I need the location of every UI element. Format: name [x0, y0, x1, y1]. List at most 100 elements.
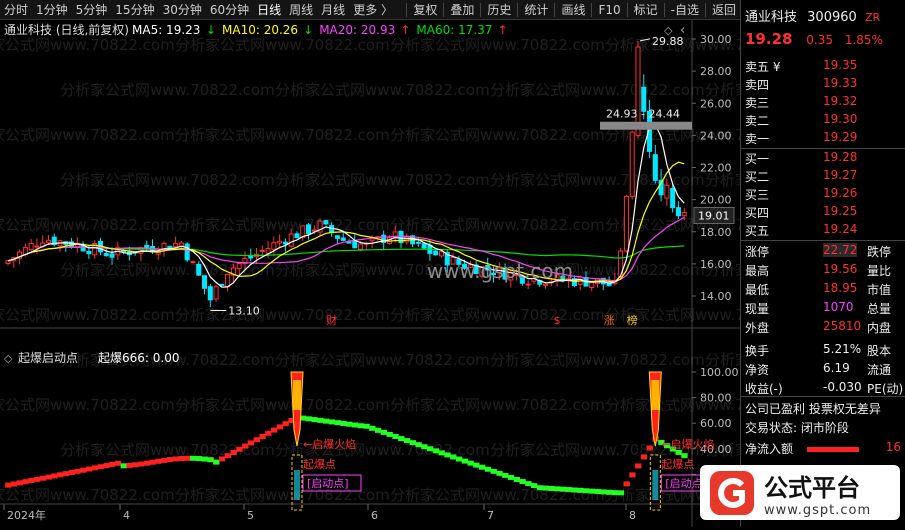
toolbar-action-6[interactable]: 标记 — [630, 1, 662, 18]
toolbar-action-5[interactable]: F10 — [594, 3, 624, 17]
watermark-text: 分析家公式网www.70822.com — [0, 36, 175, 54]
watermark-text: 分析家公式网www.70822.com — [390, 306, 605, 324]
indicator-step-down — [536, 485, 544, 491]
stat-row-2[interactable]: 最低 18.95 市值 — [745, 281, 903, 299]
start-core-1 — [652, 470, 659, 500]
watermark-text: 分析家公式网www.70822.com — [605, 306, 740, 324]
stat-row-5-price: 5.21% — [823, 342, 862, 356]
candle-down — [652, 154, 658, 181]
indicator-step-down — [403, 438, 411, 444]
stat-row-1[interactable]: 最高 19.56 量比 — [745, 262, 903, 280]
bid-row-2-price: 19.26 — [823, 186, 858, 200]
chart-area[interactable]: 分析家公式网www.70822.com分析家公式网www.70822.com分析… — [0, 20, 905, 527]
bid-row-1[interactable]: 买二 19.27 — [745, 168, 903, 186]
ask-row-4[interactable]: 卖一 19.29 — [745, 130, 903, 148]
ask-row-3-price: 19.30 — [823, 112, 858, 126]
ask-row-3[interactable]: 卖二 19.30 — [745, 112, 903, 130]
ask-row-0[interactable]: 卖五 ¥ 19.35 — [745, 58, 903, 76]
indicator-step-down — [542, 485, 549, 491]
indicator-step-down — [606, 489, 613, 495]
toolbar-action-3[interactable]: 统计 — [520, 1, 552, 18]
watermark-text: 分析家公式网www.70822.com — [390, 216, 605, 234]
toolbar-action-1[interactable]: 叠加 — [446, 1, 478, 18]
toolbar-action-2[interactable]: 历史 — [483, 1, 515, 18]
ask-row-4-price: 19.29 — [823, 130, 858, 144]
candle-up — [404, 235, 410, 243]
indicator-step-down — [450, 454, 457, 460]
bid-row-4[interactable]: 买五 19.24 — [745, 222, 903, 240]
toolbar-action-4[interactable]: 画线 — [557, 1, 589, 18]
candle-up — [664, 184, 670, 199]
candle-up — [5, 260, 11, 264]
bid-row-3[interactable]: 买四 19.25 — [745, 204, 903, 222]
indicator-step-up — [45, 474, 52, 480]
ask-row-1[interactable]: 卖四 19.33 — [745, 76, 903, 94]
event-mark-0[interactable]: 财 — [326, 313, 337, 327]
watermark-text: 分析家公式网www.70822.com — [60, 171, 275, 189]
price-tick-label-6: 18.00 — [700, 226, 732, 239]
indicator-step-up — [34, 476, 41, 482]
stat-row-2-label: 最低 — [745, 283, 770, 297]
toolbar-separator — [443, 2, 445, 17]
period-tab-0[interactable]: 分时 — [0, 1, 32, 18]
indicator-step-down — [467, 460, 474, 466]
period-tab-4[interactable]: 30分钟 — [159, 1, 206, 18]
stat-row-3[interactable]: 现量 1070 总量 — [745, 300, 903, 318]
indicator-step-up — [62, 471, 70, 477]
period-tab-2[interactable]: 5分钟 — [72, 1, 112, 18]
period-tab-1[interactable]: 1分钟 — [32, 1, 72, 18]
ma-legend-3: MA60: 17.37 — [416, 23, 492, 37]
signal-burst-label-1: 起爆点 — [661, 457, 694, 471]
candle-down — [340, 237, 346, 241]
stat-row-5-label2: 股本 — [867, 344, 892, 358]
indicator-step-down — [305, 416, 312, 422]
candle-down — [352, 240, 358, 249]
range-label: 24.93 - 24.44 — [606, 108, 680, 121]
period-tab-6[interactable]: 日线 — [253, 1, 285, 18]
price-tick-label-0: 30.00 — [700, 33, 732, 46]
period-tab-8[interactable]: 月线 — [317, 1, 349, 18]
period-tab-3[interactable]: 15分钟 — [111, 1, 158, 18]
period-tab-5[interactable]: 60分钟 — [206, 1, 253, 18]
event-mark-1[interactable]: $ — [554, 314, 561, 327]
bid-row-2[interactable]: 买三 19.26 — [745, 186, 903, 204]
ma-legend-2: MA20: 20.93 — [319, 23, 395, 37]
event-mark-2[interactable]: 涨 — [604, 314, 615, 327]
stat-row-4[interactable]: 外盘 25810 内盘 — [745, 319, 903, 337]
ma-arrow-1: ↓ — [303, 23, 313, 37]
stat-row-7-label: 收益(-) — [745, 382, 783, 396]
watermark-text: 分析家公式网www.70822.com — [175, 216, 390, 234]
stat-row-6[interactable]: 净资 6.19 流通 — [745, 361, 903, 379]
watermark-text: 分析家公式网www.70822.com — [275, 171, 490, 189]
candle-up — [589, 282, 595, 288]
period-tab-7[interactable]: 周线 — [285, 1, 317, 18]
ask-row-1-label: 卖四 — [745, 78, 770, 92]
stat-row-5[interactable]: 换手 5.21% 股本 — [745, 342, 903, 360]
stat-row-0[interactable]: 涨停 22.72 跌停 — [745, 243, 903, 261]
indicator-step-up — [86, 466, 93, 472]
candle-down — [421, 243, 427, 249]
period-tab-9[interactable]: 更多 〉 — [349, 1, 397, 18]
kline-chart-svg[interactable]: 分析家公式网www.70822.com分析家公式网www.70822.com分析… — [0, 20, 905, 527]
event-mark-3[interactable]: 榜 — [627, 313, 638, 327]
candle-up — [358, 243, 364, 250]
bid-row-0[interactable]: 买一 19.28 — [745, 150, 903, 168]
price-change: 0.35 — [806, 33, 833, 47]
toolbar-action-7[interactable]: -自选 — [667, 1, 703, 18]
indicator-step-up — [97, 464, 104, 470]
ask-row-2[interactable]: 卖三 19.32 — [745, 94, 903, 112]
indicator-step-up — [28, 478, 35, 484]
chart-title: 通业科技 (日线,前复权) — [4, 22, 129, 37]
indicator-tick-label-1: 80.00 — [700, 392, 732, 405]
indicator-step-up — [114, 460, 122, 466]
toolbar-action-8[interactable]: 返回 — [708, 1, 740, 18]
stat-row-3-label2: 总量 — [867, 302, 892, 316]
candle-up — [629, 131, 635, 197]
indicator-step-down — [375, 427, 382, 433]
toolbar-action-0[interactable]: 复权 — [409, 1, 441, 18]
toolbar: 分时 1分钟 5分钟 15分钟 30分钟 60分钟 日线 周线 月线 更多 〉 复权 叠加 历史 统计画… — [0, 0, 740, 20]
indicator-step-up — [68, 469, 75, 475]
stat-row-3-price: 1070 — [823, 300, 854, 314]
candle-down — [346, 241, 352, 244]
indicator-step-down — [525, 481, 532, 487]
